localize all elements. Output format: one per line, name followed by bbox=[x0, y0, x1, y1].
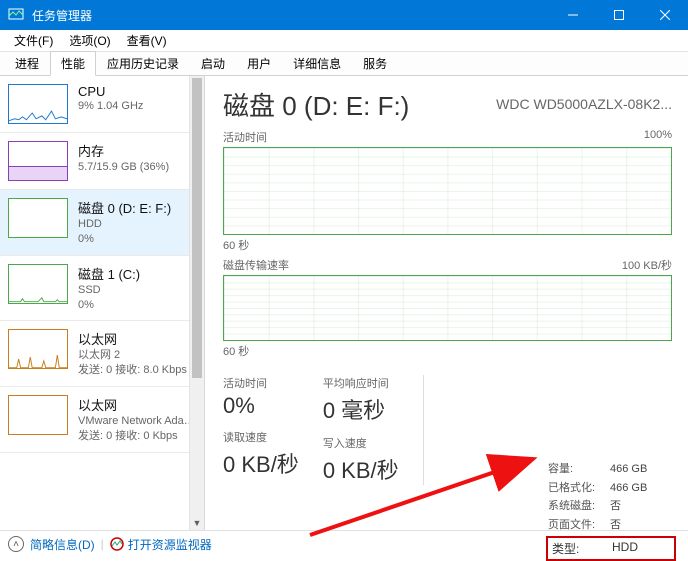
chart1-label: 活动时间 bbox=[223, 129, 267, 145]
menu-options[interactable]: 选项(O) bbox=[61, 30, 118, 51]
sidebar-disk0-title: 磁盘 0 (D: E: F:) bbox=[78, 198, 198, 217]
sidebar-item-ethernet1[interactable]: 以太网 VMware Network Adapter 发送: 0 接收: 0 K… bbox=[0, 387, 204, 453]
disk0-thumbnail bbox=[8, 198, 68, 238]
ethernet0-thumbnail bbox=[8, 329, 68, 369]
stat-read-value: 0 KB/秒 bbox=[223, 447, 299, 479]
sidebar-scrollbar[interactable]: ▲ ▼ bbox=[189, 76, 204, 530]
stat-read-label: 读取速度 bbox=[223, 429, 299, 445]
stat-active-value: 0% bbox=[223, 393, 299, 419]
stat-divider bbox=[423, 375, 424, 485]
brief-info-link[interactable]: 简略信息(D) bbox=[30, 536, 95, 553]
sidebar-cpu-sub: 9% 1.04 GHz bbox=[78, 99, 198, 114]
title-bar: 任务管理器 bbox=[0, 0, 688, 30]
sidebar-disk1-sub2: 0% bbox=[78, 298, 198, 313]
sidebar-eth0-title: 以太网 bbox=[78, 329, 198, 348]
tab-startup[interactable]: 启动 bbox=[190, 51, 236, 76]
disk1-thumbnail bbox=[8, 264, 68, 304]
sidebar-eth1-sub2: 发送: 0 接收: 0 Kbps bbox=[78, 429, 198, 444]
performance-sidebar: CPU 9% 1.04 GHz 内存 5.7/15.9 GB (36%) 磁盘 … bbox=[0, 76, 205, 530]
sidebar-eth1-sub1: VMware Network Adapter bbox=[78, 414, 198, 429]
sidebar-cpu-title: CPU bbox=[78, 84, 198, 99]
disk-model: WDC WD5000AZLX-08K2... bbox=[496, 96, 672, 112]
info-type-v: HDD bbox=[612, 540, 670, 557]
sidebar-item-cpu[interactable]: CPU 9% 1.04 GHz bbox=[0, 76, 204, 133]
sidebar-eth0-sub1: 以太网 2 bbox=[78, 348, 198, 363]
disk-type-highlight: 类型: HDD bbox=[546, 536, 676, 561]
detail-pane: 磁盘 0 (D: E: F:) WDC WD5000AZLX-08K2... 活… bbox=[205, 76, 688, 530]
info-pagefile-v: 否 bbox=[610, 516, 672, 535]
sidebar-item-memory[interactable]: 内存 5.7/15.9 GB (36%) bbox=[0, 133, 204, 190]
info-system-k: 系统磁盘: bbox=[548, 497, 610, 516]
window-title: 任务管理器 bbox=[32, 7, 550, 24]
sidebar-item-disk0[interactable]: 磁盘 0 (D: E: F:) HDD 0% bbox=[0, 190, 204, 256]
info-capacity-k: 容量: bbox=[548, 460, 610, 479]
stat-active-label: 活动时间 bbox=[223, 375, 299, 391]
sidebar-disk0-sub2: 0% bbox=[78, 232, 198, 247]
tab-users[interactable]: 用户 bbox=[236, 51, 282, 76]
tab-processes[interactable]: 进程 bbox=[4, 51, 50, 76]
resource-monitor-link[interactable]: 打开资源监视器 bbox=[110, 536, 212, 553]
info-type-k: 类型: bbox=[552, 540, 612, 557]
sidebar-eth0-sub2: 发送: 0 接收: 8.0 Kbps bbox=[78, 363, 198, 378]
sidebar-disk1-sub1: SSD bbox=[78, 283, 198, 298]
menu-file[interactable]: 文件(F) bbox=[6, 30, 61, 51]
transfer-rate-chart bbox=[223, 275, 672, 341]
ethernet1-thumbnail bbox=[8, 395, 68, 435]
stat-write-value: 0 KB/秒 bbox=[323, 453, 399, 485]
tab-bar: 进程 性能 应用历史记录 启动 用户 详细信息 服务 bbox=[0, 52, 688, 76]
memory-thumbnail bbox=[8, 141, 68, 181]
chart2-max: 100 KB/秒 bbox=[622, 257, 672, 273]
sidebar-memory-title: 内存 bbox=[78, 141, 198, 160]
sidebar-item-disk1[interactable]: 磁盘 1 (C:) SSD 0% bbox=[0, 256, 204, 322]
info-formatted-v: 466 GB bbox=[610, 479, 672, 498]
stat-resp-label: 平均响应时间 bbox=[323, 375, 399, 391]
chart2-label: 磁盘传输速率 bbox=[223, 257, 289, 273]
info-formatted-k: 已格式化: bbox=[548, 479, 610, 498]
sidebar-eth1-title: 以太网 bbox=[78, 395, 198, 414]
tab-app-history[interactable]: 应用历史记录 bbox=[96, 51, 190, 76]
chart1-max: 100% bbox=[644, 129, 672, 145]
detail-heading: 磁盘 0 (D: E: F:) bbox=[223, 86, 409, 123]
info-system-v: 否 bbox=[610, 497, 672, 516]
stat-resp-value: 0 毫秒 bbox=[323, 393, 399, 425]
tab-services[interactable]: 服务 bbox=[352, 51, 398, 76]
maximize-button[interactable] bbox=[596, 0, 642, 30]
scroll-down-icon[interactable]: ▼ bbox=[190, 515, 204, 530]
menu-bar: 文件(F) 选项(O) 查看(V) bbox=[0, 30, 688, 52]
scroll-thumb[interactable] bbox=[192, 78, 202, 378]
tab-details[interactable]: 详细信息 bbox=[282, 51, 352, 76]
tab-performance[interactable]: 性能 bbox=[50, 51, 96, 76]
monitor-icon bbox=[110, 537, 124, 551]
disk-info-table: 容量:466 GB 已格式化:466 GB 系统磁盘:否 页面文件:否 bbox=[548, 460, 672, 535]
sidebar-memory-sub: 5.7/15.9 GB (36%) bbox=[78, 160, 198, 175]
sidebar-disk1-title: 磁盘 1 (C:) bbox=[78, 264, 198, 283]
active-time-chart bbox=[223, 147, 672, 235]
app-icon bbox=[8, 7, 24, 23]
chart2-axis-left: 60 秒 bbox=[223, 343, 672, 359]
sidebar-item-ethernet0[interactable]: 以太网 以太网 2 发送: 0 接收: 8.0 Kbps bbox=[0, 321, 204, 387]
minimize-button[interactable] bbox=[550, 0, 596, 30]
chart1-axis-left: 60 秒 bbox=[223, 237, 672, 253]
sidebar-disk0-sub1: HDD bbox=[78, 217, 198, 232]
menu-view[interactable]: 查看(V) bbox=[119, 30, 175, 51]
info-capacity-v: 466 GB bbox=[610, 460, 672, 479]
collapse-icon[interactable]: ˄ bbox=[8, 536, 24, 552]
content-area: CPU 9% 1.04 GHz 内存 5.7/15.9 GB (36%) 磁盘 … bbox=[0, 76, 688, 530]
close-button[interactable] bbox=[642, 0, 688, 30]
info-pagefile-k: 页面文件: bbox=[548, 516, 610, 535]
cpu-thumbnail bbox=[8, 84, 68, 124]
stat-write-label: 写入速度 bbox=[323, 435, 399, 451]
